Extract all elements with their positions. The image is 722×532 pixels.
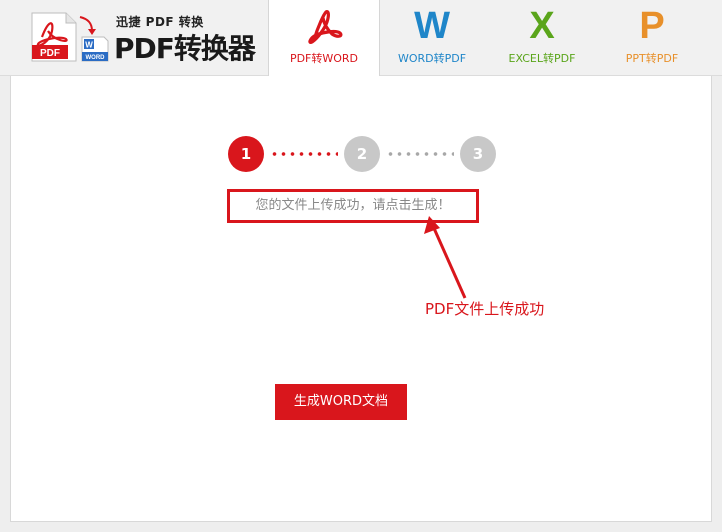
upload-status-message: 您的文件上传成功，请点击生成！	[227, 189, 479, 223]
generate-word-button[interactable]: 生成WORD文档	[275, 384, 407, 420]
svg-text:W: W	[85, 41, 93, 50]
tab-label: PPT转PDF	[625, 52, 679, 65]
excel-icon: X	[529, 5, 555, 47]
main-panel: 1 2 3 您的文件上传成功，请点击生成！ PDF文件上传成功 生成WORD文档	[10, 76, 712, 522]
tab-pdf-to-word[interactable]: PDF转WORD	[268, 0, 380, 76]
app-logo: PDF W WORD 迅捷 PDF 转换 PDF转换器	[30, 11, 260, 65]
tab-excel-to-pdf[interactable]: X EXCEL转PDF	[487, 0, 597, 75]
tab-label: WORD转PDF	[397, 52, 467, 65]
word-icon: W	[414, 5, 450, 47]
tab-label: EXCEL转PDF	[508, 52, 576, 65]
app-header: PDF W WORD 迅捷 PDF 转换 PDF转换器 PDF转WORD W W…	[0, 0, 722, 76]
svg-text:PDF: PDF	[40, 48, 60, 59]
ppt-icon: P	[639, 5, 665, 47]
tab-word-to-pdf[interactable]: W WORD转PDF	[377, 0, 487, 75]
step-connector-2-3	[386, 152, 454, 156]
step-3: 3	[460, 136, 496, 172]
tab-label: PDF转WORD	[289, 52, 359, 65]
step-2: 2	[344, 136, 380, 172]
upload-success-annotation: PDF文件上传成功	[425, 300, 545, 318]
tab-ppt-to-pdf[interactable]: P PPT转PDF	[597, 0, 707, 75]
pdf-to-word-logo-icon: PDF W WORD	[31, 12, 109, 62]
svg-text:WORD: WORD	[86, 55, 106, 61]
step-connector-1-2	[270, 152, 338, 156]
pdf-acrobat-icon	[308, 10, 343, 44]
step-1: 1	[228, 136, 264, 172]
logo-title: PDF转换器	[114, 32, 256, 65]
